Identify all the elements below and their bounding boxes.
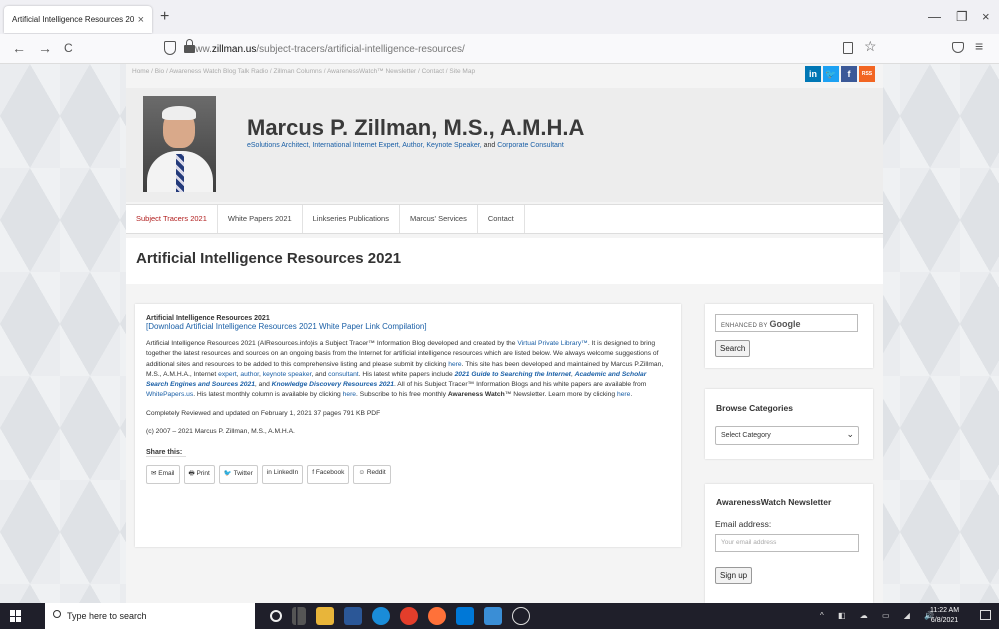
forward-icon[interactable]: → xyxy=(38,40,52,56)
back-icon[interactable]: ← xyxy=(12,40,26,56)
minimize-icon[interactable]: — xyxy=(928,9,941,24)
keynote-link[interactable]: keynote speaker xyxy=(263,371,312,378)
rss-icon[interactable]: RSS xyxy=(859,66,875,82)
share-print-button[interactable]: 🖶 Print xyxy=(183,465,215,485)
share-facebook-button[interactable]: f Facebook xyxy=(307,465,350,485)
browser-tab[interactable]: Artificial Intelligence Resources 202 × xyxy=(4,6,152,33)
tracking-shield-icon[interactable] xyxy=(164,41,176,55)
task-view-icon[interactable] xyxy=(292,607,306,625)
facebook-icon[interactable]: f xyxy=(841,66,857,82)
dell-icon[interactable] xyxy=(512,607,530,625)
search-widget: ENHANCED BY Google Search xyxy=(705,304,873,368)
linkedin-icon[interactable]: in xyxy=(805,66,821,82)
categories-widget: Browse Categories Select Category ⌄ xyxy=(705,389,873,459)
share-email-button[interactable]: ✉ Email xyxy=(146,465,180,485)
nav-subject-tracers[interactable]: Subject Tracers 2021 xyxy=(126,205,218,233)
google-search-input[interactable]: ENHANCED BY Google xyxy=(715,314,858,332)
chrome-icon[interactable] xyxy=(400,607,418,625)
here-link-1[interactable]: here xyxy=(448,361,461,368)
tab-title: Artificial Intelligence Resources 202 xyxy=(12,15,134,24)
main-nav: Subject Tracers 2021 White Papers 2021 L… xyxy=(126,204,883,234)
copyright: (c) 2007 – 2021 Marcus P. Zillman, M.S.,… xyxy=(146,428,295,436)
here-link-3[interactable]: here xyxy=(617,391,630,398)
share-reddit-button[interactable]: ☺ Reddit xyxy=(353,465,391,485)
signup-button[interactable]: Sign up xyxy=(715,567,753,584)
lock-icon[interactable] xyxy=(184,39,195,54)
share-linkedin-button[interactable]: in LinkedIn xyxy=(261,465,304,485)
notification-icon[interactable] xyxy=(980,610,991,620)
email-label: Email address: xyxy=(715,519,772,529)
post-title: Artificial Intelligence Resources 2021 xyxy=(146,315,270,322)
author-link[interactable]: author xyxy=(240,371,259,378)
nav-white-papers[interactable]: White Papers 2021 xyxy=(218,205,303,233)
restore-icon[interactable]: ❐ xyxy=(956,9,968,25)
wp-link-3[interactable]: Knowledge Discovery Resources 2021 xyxy=(272,381,394,388)
share-twitter-button[interactable]: 🐦 Twitter xyxy=(218,465,258,485)
newsletter-widget: AwarenessWatch Newsletter Email address:… xyxy=(705,484,873,603)
firefox-icon[interactable] xyxy=(428,607,446,625)
address-bar[interactable]: www.zillman.us/subject-tracers/artificia… xyxy=(150,37,890,61)
category-select[interactable]: Select Category ⌄ xyxy=(715,426,859,445)
email-field[interactable]: Your email address xyxy=(715,534,859,552)
search-icon xyxy=(53,610,61,618)
site-page: Home / Bio / Awareness Watch Blog Talk R… xyxy=(126,64,883,603)
main-content: Artificial Intelligence Resources 2021 [… xyxy=(135,304,681,547)
word-icon[interactable] xyxy=(344,607,362,625)
search-button[interactable]: Search xyxy=(715,340,751,357)
taskbar-clock[interactable]: 11:22 AM 6/8/2021 xyxy=(930,606,959,626)
vpl-link[interactable]: Virtual Private Library™ xyxy=(517,340,588,347)
consultant-link[interactable]: consultant xyxy=(328,371,359,378)
windows-taskbar: Type here to search ^ ◧ ☁ ▭ ◢ 🔊 11:22 AM… xyxy=(0,603,999,629)
taskbar-apps xyxy=(270,607,530,625)
taskbar-search-input[interactable]: Type here to search xyxy=(45,603,255,629)
site-name[interactable]: Marcus P. Zillman, M.S., A.M.H.A xyxy=(247,115,584,141)
twitter-icon[interactable]: 🐦 xyxy=(823,66,839,82)
site-tagline: eSolutions Architect, International Inte… xyxy=(247,142,564,149)
expert-link[interactable]: expert xyxy=(218,371,237,378)
social-icons: in 🐦 f RSS xyxy=(805,66,875,82)
nav-services[interactable]: Marcus' Services xyxy=(400,205,478,233)
close-window-icon[interactable]: × xyxy=(982,9,990,24)
store-icon[interactable] xyxy=(456,607,474,625)
system-tray[interactable]: ^ ◧ ☁ ▭ ◢ 🔊 xyxy=(820,611,940,620)
nav-linkseries[interactable]: Linkseries Publications xyxy=(303,205,400,233)
browse-categories-title: Browse Categories xyxy=(716,403,793,413)
share-buttons: ✉ Email 🖶 Print 🐦 Twitter in LinkedIn f … xyxy=(146,465,670,485)
top-nav-links[interactable]: Home / Bio / Awareness Watch Blog Talk R… xyxy=(132,68,475,75)
nav-contact[interactable]: Contact xyxy=(478,205,525,233)
file-explorer-icon[interactable] xyxy=(316,607,334,625)
site-header: Marcus P. Zillman, M.S., A.M.H.A eSoluti… xyxy=(126,88,883,202)
page-title: Artificial Intelligence Resources 2021 xyxy=(136,250,402,267)
bookmark-star-icon[interactable]: ☆ xyxy=(864,38,877,55)
post-body: Artificial Intelligence Resources 2021 (… xyxy=(146,340,664,399)
reviewed-note: Completely Reviewed and updated on Febru… xyxy=(146,409,381,417)
browser-tabbar: Artificial Intelligence Resources 202 × … xyxy=(0,0,999,34)
url-text: www.zillman.us/subject-tracers/artificia… xyxy=(188,43,465,55)
mail-icon[interactable] xyxy=(484,607,502,625)
menu-icon[interactable]: ≡ xyxy=(975,38,983,54)
reload-icon[interactable]: C xyxy=(64,41,73,55)
newsletter-title: AwarenessWatch Newsletter xyxy=(716,497,832,507)
author-photo xyxy=(143,96,216,192)
chevron-down-icon: ⌄ xyxy=(846,429,854,439)
cortana-icon[interactable] xyxy=(270,610,282,622)
here-link-2[interactable]: here xyxy=(343,391,356,398)
wp-link-1[interactable]: 2021 Guide to Searching the Internet xyxy=(455,371,571,378)
new-tab-button[interactable]: + xyxy=(160,8,169,26)
reader-view-icon[interactable] xyxy=(843,42,853,54)
whitepapers-link[interactable]: WhitePapers.us xyxy=(146,391,193,398)
windows-start-icon[interactable] xyxy=(10,610,22,622)
share-title: Share this: xyxy=(146,449,183,457)
close-tab-icon[interactable]: × xyxy=(138,14,144,26)
download-link[interactable]: [Download Artificial Intelligence Resour… xyxy=(146,322,427,331)
edge-icon[interactable] xyxy=(372,607,390,625)
page-title-box: Artificial Intelligence Resources 2021 xyxy=(126,238,883,284)
